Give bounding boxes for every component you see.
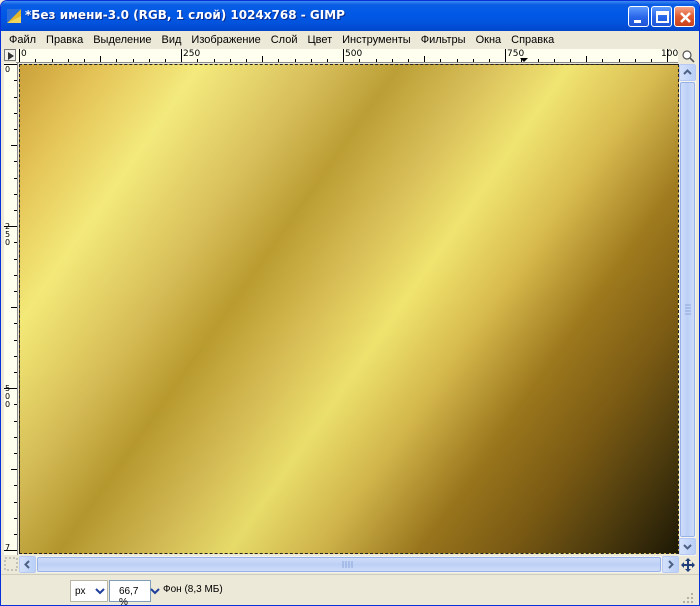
quickmask-icon: [4, 557, 18, 571]
horizontal-scrollbar[interactable]: [19, 556, 679, 573]
horizontal-ruler: 0 250 500 750 100: [16, 49, 678, 63]
title-bar[interactable]: *Без имени-3.0 (RGB, 1 слой) 1024x768 - …: [1, 1, 699, 31]
navigate-icon: [681, 558, 695, 572]
menu-filters[interactable]: Фильтры: [416, 32, 471, 48]
vruler-label-750: 7: [5, 543, 11, 552]
menu-image[interactable]: Изображение: [186, 32, 265, 48]
scroll-up-button[interactable]: [679, 64, 696, 81]
vertical-scrollbar[interactable]: [679, 64, 696, 556]
navigate-button[interactable]: [680, 557, 696, 573]
unit-value: px: [75, 586, 86, 597]
chevron-down-icon: [150, 588, 160, 595]
scroll-left-button[interactable]: [19, 556, 36, 573]
scroll-right-button[interactable]: [662, 556, 679, 573]
zoom-value: 66,7 %: [119, 586, 139, 606]
maximize-icon: [656, 11, 669, 23]
hruler-label-750: 750: [507, 49, 525, 59]
window-title: *Без имени-3.0 (RGB, 1 слой) 1024x768 - …: [25, 8, 345, 22]
vruler-label-250: 2 5 0: [5, 222, 11, 247]
image-menu-button[interactable]: [4, 49, 16, 61]
menu-windows[interactable]: Окна: [471, 32, 507, 48]
chevron-up-icon: [683, 69, 692, 75]
resize-grip[interactable]: [681, 591, 695, 605]
menu-edit[interactable]: Правка: [41, 32, 88, 48]
zoom-dropdown-button[interactable]: [149, 580, 161, 602]
vruler-label-0: 0: [5, 65, 11, 74]
scroll-down-button[interactable]: [679, 538, 696, 555]
chevron-down-icon: [683, 544, 692, 550]
vertical-ruler-ticks: [4, 64, 17, 551]
chevron-right-icon: [668, 560, 674, 569]
chevron-down-icon: [95, 588, 105, 595]
chevron-left-icon: [24, 560, 30, 569]
unit-select[interactable]: px: [70, 580, 108, 602]
hruler-label-500: 500: [345, 49, 363, 59]
menu-layer[interactable]: Слой: [266, 32, 303, 48]
vertical-scroll-thumb[interactable]: [680, 82, 695, 537]
canvas-gradient-layer: [20, 65, 678, 553]
horizontal-scroll-thumb[interactable]: [37, 557, 661, 572]
vruler-label-500: 5 0 0: [5, 384, 11, 409]
zoom-to-fit-button[interactable]: [680, 49, 696, 63]
resize-grip-icon: [683, 593, 693, 603]
menu-file[interactable]: Файл: [4, 32, 41, 48]
zoom-input[interactable]: 66,7 %: [109, 580, 151, 605]
quick-mask-toggle[interactable]: [4, 557, 18, 571]
status-bar: px 66,7 % Фон (8,3 МБ): [1, 574, 699, 605]
image-canvas[interactable]: [19, 64, 679, 554]
menu-colors[interactable]: Цвет: [302, 32, 337, 48]
zoom-icon: [682, 50, 695, 63]
vertical-ruler: 0 2 5 0 5 0 0 7: [4, 63, 18, 555]
gimp-app-icon: [6, 8, 22, 24]
menu-view[interactable]: Вид: [157, 32, 187, 48]
menu-tools[interactable]: Инструменты: [337, 32, 416, 48]
menu-select[interactable]: Выделение: [88, 32, 156, 48]
hruler-label-250: 250: [183, 49, 201, 59]
hruler-label-1000: 100: [661, 49, 678, 59]
menu-help[interactable]: Справка: [506, 32, 559, 48]
minimize-icon: [634, 20, 641, 23]
menu-bar: Файл Правка Выделение Вид Изображение Сл…: [4, 32, 696, 48]
minimize-button[interactable]: [628, 6, 649, 27]
close-button[interactable]: [674, 6, 695, 27]
maximize-button[interactable]: [651, 6, 672, 27]
grip-lines-icon: [685, 304, 691, 315]
close-icon: [680, 12, 691, 23]
status-info: Фон (8,3 МБ): [163, 584, 223, 595]
grip-lines-icon: [342, 561, 353, 568]
hruler-label-0: 0: [21, 49, 27, 59]
gimp-image-window: *Без имени-3.0 (RGB, 1 слой) 1024x768 - …: [0, 0, 700, 606]
